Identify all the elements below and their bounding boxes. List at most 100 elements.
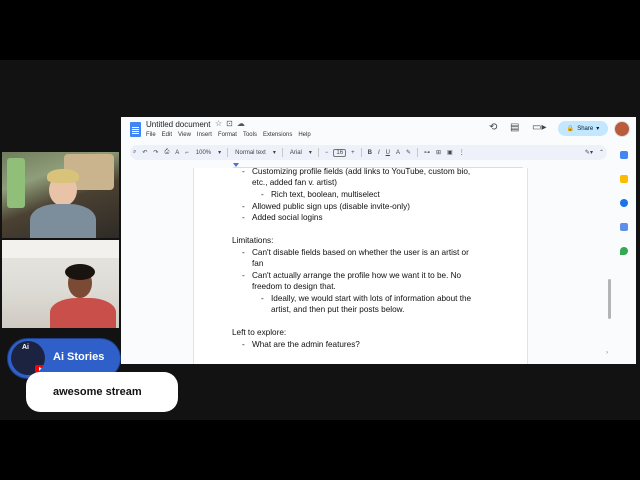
zoom-select[interactable]: 100% bbox=[192, 150, 215, 156]
maps-icon[interactable] bbox=[620, 247, 628, 255]
menu-edit[interactable]: Edit bbox=[162, 132, 172, 138]
menu-insert[interactable]: Insert bbox=[197, 132, 212, 138]
formatting-toolbar: ⌕ ↶ ↷ ⎙ A ⌐ 100% ▾ Normal text ▾ Arial ▾… bbox=[130, 145, 607, 160]
decrease-font-size-icon[interactable]: − bbox=[322, 150, 332, 156]
keep-icon[interactable] bbox=[620, 175, 628, 183]
bold-icon[interactable]: B bbox=[365, 150, 375, 156]
editing-mode-icon[interactable]: ✎▾ bbox=[582, 149, 596, 156]
document-line: artist, and then put their posts below. bbox=[271, 305, 405, 314]
spellcheck-icon[interactable]: A bbox=[172, 150, 182, 156]
menu-help[interactable]: Help bbox=[298, 132, 310, 138]
menu-view[interactable]: View bbox=[178, 132, 191, 138]
chevron-down-icon: ▾ bbox=[218, 150, 222, 156]
search-menus-icon[interactable]: ⌕ bbox=[130, 149, 139, 156]
document-line: fan bbox=[252, 259, 264, 268]
history-icon[interactable]: ⟲ bbox=[489, 122, 497, 133]
link-icon[interactable]: ⊶ bbox=[421, 149, 433, 156]
document-page[interactable]: - Customizing profile fields (add links … bbox=[193, 168, 528, 364]
menu-format[interactable]: Format bbox=[218, 132, 237, 138]
webcam-participant-1 bbox=[2, 152, 119, 238]
document-line: Can't actually arrange the profile how w… bbox=[252, 271, 462, 280]
menu-tools[interactable]: Tools bbox=[243, 132, 257, 138]
bullet-dash: - bbox=[242, 340, 245, 349]
increase-font-size-icon[interactable]: + bbox=[348, 150, 358, 156]
vertical-scrollbar[interactable] bbox=[608, 279, 611, 319]
print-icon[interactable]: ⎙ bbox=[161, 149, 172, 156]
text-color-icon[interactable]: A bbox=[393, 150, 403, 156]
section-heading: Left to explore: bbox=[232, 328, 287, 337]
channel-logo-text: Ai bbox=[22, 344, 29, 351]
chevron-down-icon: ▾ bbox=[596, 126, 600, 132]
collapse-toolbar-icon[interactable]: ⌃ bbox=[596, 149, 607, 156]
toolbar-divider bbox=[417, 148, 419, 157]
menu-extensions[interactable]: Extensions bbox=[263, 132, 292, 138]
participant-shirt bbox=[50, 298, 116, 328]
toolbar-divider bbox=[317, 148, 319, 157]
indent-marker[interactable] bbox=[233, 163, 239, 167]
background-window bbox=[7, 158, 25, 208]
italic-icon[interactable]: I bbox=[375, 150, 383, 156]
document-line: Can't disable fields based on whether th… bbox=[252, 248, 469, 257]
document-line: etc., added fan v. artist) bbox=[252, 178, 337, 187]
move-folder-icon[interactable]: ⊡ bbox=[226, 119, 237, 128]
document-line: Ideally, we would start with lots of inf… bbox=[271, 294, 472, 303]
style-select[interactable]: Normal text bbox=[231, 150, 270, 156]
meet-icon[interactable]: ▭▸ bbox=[532, 122, 546, 133]
contacts-icon[interactable] bbox=[620, 223, 628, 231]
participant-hair bbox=[65, 264, 95, 280]
paint-format-icon[interactable]: ⌐ bbox=[182, 150, 192, 156]
participant-hair bbox=[47, 169, 79, 183]
docs-title-bar: Untitled document ☆⊡☁ File Edit View Ins… bbox=[121, 117, 636, 144]
bullet-dash: - bbox=[242, 168, 245, 176]
share-button[interactable]: 🔒 Share ▾ bbox=[558, 121, 608, 136]
google-docs-window: Untitled document ☆⊡☁ File Edit View Ins… bbox=[121, 117, 636, 364]
star-icon[interactable]: ☆ bbox=[215, 119, 226, 128]
chevron-right-icon[interactable]: › bbox=[606, 350, 608, 356]
bullet-dash: - bbox=[261, 190, 264, 199]
section-heading: Limitations: bbox=[232, 236, 274, 245]
document-line: Rich text, boolean, multiselect bbox=[271, 190, 380, 199]
more-icon[interactable]: ⋮ bbox=[456, 149, 468, 156]
bullet-dash: - bbox=[261, 294, 264, 303]
side-panel bbox=[614, 144, 636, 364]
chevron-down-icon: ▾ bbox=[272, 150, 276, 156]
chat-message-bubble: awesome stream bbox=[26, 372, 178, 412]
webcam-participant-2 bbox=[2, 240, 119, 328]
document-line: freedom to design that. bbox=[252, 282, 336, 291]
docs-logo-icon[interactable] bbox=[130, 122, 141, 137]
toolbar-divider bbox=[281, 148, 283, 157]
comment-icon[interactable]: ⊞ bbox=[433, 149, 444, 156]
chat-message-text: awesome stream bbox=[53, 386, 142, 398]
bullet-dash: - bbox=[242, 202, 245, 211]
menu-bar: File Edit View Insert Format Tools Exten… bbox=[146, 132, 311, 138]
menu-file[interactable]: File bbox=[146, 132, 156, 138]
channel-name: Ai Stories bbox=[53, 351, 105, 363]
document-line: Allowed public sign ups (disable invite-… bbox=[252, 202, 410, 211]
document-line: What are the admin features? bbox=[252, 340, 360, 349]
user-avatar[interactable] bbox=[614, 121, 630, 137]
channel-logo: Ai bbox=[11, 341, 45, 375]
background-wall bbox=[2, 240, 119, 258]
font-size-input[interactable]: 16 bbox=[333, 148, 347, 157]
document-line: Added social logins bbox=[252, 213, 323, 222]
participant-shirt bbox=[30, 204, 96, 238]
comments-icon[interactable]: ▤ bbox=[510, 122, 519, 133]
image-icon[interactable]: ▣ bbox=[444, 149, 456, 156]
calendar-icon[interactable] bbox=[620, 151, 628, 159]
bullet-dash: - bbox=[242, 213, 245, 222]
highlight-icon[interactable]: ✎ bbox=[403, 149, 414, 156]
cloud-saved-icon[interactable]: ☁ bbox=[237, 119, 249, 128]
title-action-icons: ☆⊡☁ bbox=[215, 119, 249, 128]
chevron-down-icon: ▾ bbox=[308, 150, 312, 156]
bullet-dash: - bbox=[242, 271, 245, 280]
toolbar-divider bbox=[227, 148, 229, 157]
lock-icon: 🔒 bbox=[566, 126, 575, 132]
toolbar-divider bbox=[360, 148, 362, 157]
font-select[interactable]: Arial bbox=[286, 150, 306, 156]
undo-icon[interactable]: ↶ bbox=[139, 149, 150, 156]
bullet-dash: - bbox=[242, 248, 245, 257]
document-title[interactable]: Untitled document bbox=[146, 120, 210, 129]
underline-icon[interactable]: U bbox=[383, 150, 393, 156]
redo-icon[interactable]: ↷ bbox=[150, 149, 161, 156]
tasks-icon[interactable] bbox=[620, 199, 628, 207]
